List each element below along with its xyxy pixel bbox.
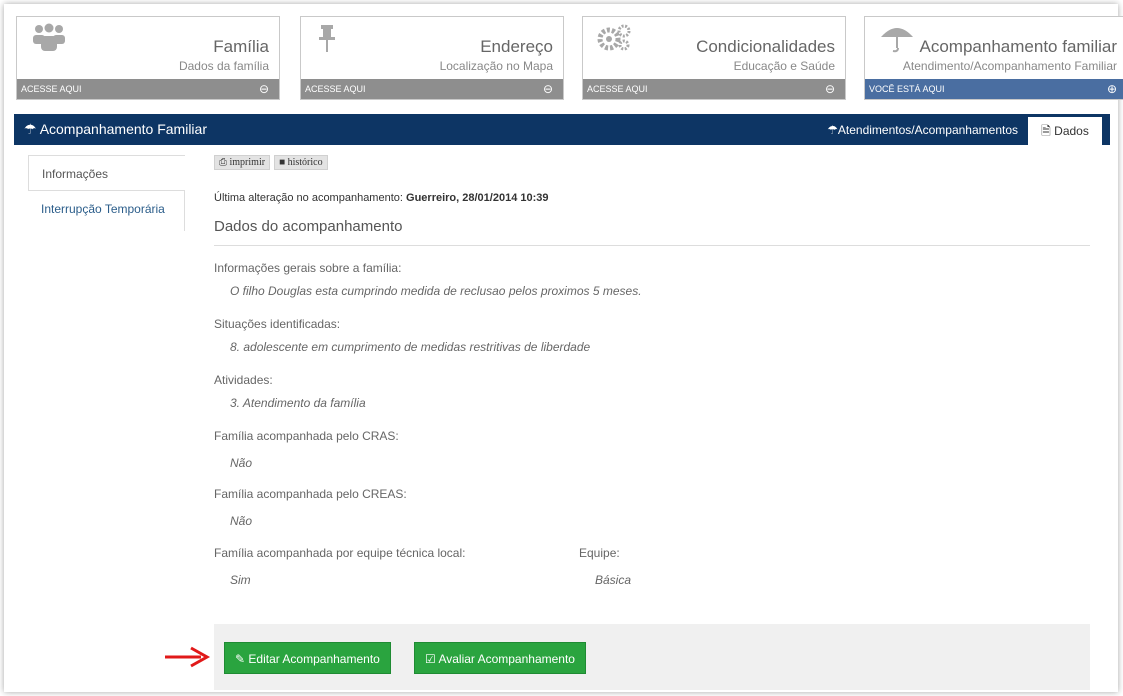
card-link-label: ACESSE AQUI (587, 84, 648, 94)
archive-icon: ■ (279, 157, 286, 168)
gears-icon (597, 24, 631, 51)
field-value: O filho Douglas esta cumprindo medida de… (230, 284, 642, 298)
card-link-label: ACESSE AQUI (305, 84, 366, 94)
side-tab-interrupcao[interactable]: Interrupção Temporária (28, 191, 185, 227)
edit-box-icon: ☑ (425, 652, 436, 666)
pencil-icon: ✎ (235, 652, 246, 666)
pin-icon (319, 25, 335, 52)
card-link-bar[interactable]: ACESSE AQUI ⊖ (583, 79, 845, 99)
card-link-label: VOCÊ ESTÁ AQUI (869, 84, 945, 94)
card-title: Condicionalidades (696, 37, 835, 56)
field-value: Não (230, 456, 253, 470)
tab-atendimentos[interactable]: ☂Atendimentos/Acompanhamentos (827, 123, 1018, 137)
card-link-bar[interactable]: ACESSE AQUI ⊖ (17, 79, 279, 99)
field-cras: Família acompanhada pelo CRAS: Não (214, 429, 399, 470)
field-creas: Família acompanhada pelo CREAS: Não (214, 487, 407, 528)
card-endereco[interactable]: Endereço Localização no Mapa ACESSE AQUI… (300, 16, 564, 100)
history-label: histórico (287, 157, 323, 168)
card-subtitle: Localização no Mapa (439, 59, 553, 73)
evaluate-button[interactable]: ☑ Avaliar Acompanhamento (414, 642, 586, 674)
field-label: Atividades: (214, 373, 273, 387)
card-subtitle: Educação e Saúde (733, 59, 835, 73)
field-label: Informações gerais sobre a família: (214, 261, 402, 275)
card-link-bar[interactable]: VOCÊ ESTÁ AQUI ⊕ (865, 79, 1123, 99)
field-equipe: Equipe: Básica (579, 546, 631, 587)
card-condicionalidades[interactable]: Condicionalidades Educação e Saúde ACESS… (582, 16, 846, 100)
red-arrow-icon (165, 646, 211, 668)
print-button[interactable]: ⎙ imprimir (214, 155, 271, 170)
arrow-circle-icon: ⊖ (542, 82, 553, 96)
field-label: Família acompanhada pelo CRAS: (214, 429, 399, 443)
field-equipe-local: Família acompanhada por equipe técnica l… (214, 546, 465, 587)
navbar: ☂ Acompanhamento Familiar ☂Atendimentos/… (14, 114, 1110, 145)
evaluate-button-label: Avaliar Acompanhamento (438, 652, 575, 666)
last-change-value: Guerreiro, 28/01/2014 10:39 (406, 192, 549, 204)
document-icon: 🗎 (1041, 124, 1051, 138)
toolbar: ⎙ imprimir ■ histórico (214, 155, 1090, 170)
field-label: Família acompanhada por equipe técnica l… (214, 546, 466, 560)
card-subtitle: Atendimento/Acompanhamento Familiar (902, 59, 1117, 73)
arrow-circle-icon: ⊖ (258, 82, 269, 96)
action-bar: ✎ Editar Acompanhamento ☑ Avaliar Acompa… (214, 624, 1090, 690)
field-label: Situações identificadas: (214, 317, 341, 331)
edit-button[interactable]: ✎ Editar Acompanhamento (224, 642, 391, 674)
card-acompanhamento[interactable]: Acompanhamento familiar Atendimento/Acom… (864, 16, 1123, 100)
history-button[interactable]: ■ histórico (274, 155, 328, 170)
umbrella-icon (881, 28, 913, 53)
card-link-label: ACESSE AQUI (21, 84, 82, 94)
last-change-label: Última alteração no acompanhamento: (214, 192, 403, 204)
umbrella-icon: ☂ (24, 121, 37, 137)
tab-label: Dados (1054, 124, 1089, 138)
card-link-bar[interactable]: ACESSE AQUI ⊖ (301, 79, 563, 99)
field-atividades: Atividades: 3. Atendimento da família (214, 373, 366, 410)
edit-button-label: Editar Acompanhamento (248, 652, 380, 666)
arrow-circle-icon: ⊕ (1106, 82, 1117, 96)
field-value: Não (230, 514, 253, 528)
people-icon (33, 23, 65, 51)
side-tabs: Informações Interrupção Temporária (28, 155, 185, 227)
main-content: ⎙ imprimir ■ histórico Última alteração … (214, 155, 1090, 246)
field-label: Equipe: (579, 546, 620, 560)
section-title: Dados do acompanhamento (214, 218, 1090, 246)
arrow-circle-icon: ⊖ (824, 82, 835, 96)
card-familia[interactable]: Família Dados da família ACESSE AQUI ⊖ (16, 16, 280, 100)
card-title: Endereço (480, 37, 553, 56)
field-info: Informações gerais sobre a família: O fi… (214, 261, 642, 298)
field-label: Família acompanhada pelo CREAS: (214, 487, 407, 501)
umbrella-icon: ☂ (827, 123, 838, 137)
side-tab-informacoes[interactable]: Informações (28, 155, 185, 191)
field-value: 8. adolescente em cumprimento de medidas… (230, 340, 591, 354)
print-icon: ⎙ (219, 157, 227, 168)
divider (184, 191, 185, 231)
field-value: 3. Atendimento da família (230, 396, 366, 410)
last-change: Última alteração no acompanhamento: Guer… (214, 192, 1090, 204)
field-situacoes: Situações identificadas: 8. adolescente … (214, 317, 590, 354)
field-value: Básica (595, 573, 632, 587)
field-value: Sim (230, 573, 251, 587)
tab-dados[interactable]: 🗎 Dados (1028, 117, 1102, 145)
navbar-brand[interactable]: ☂ Acompanhamento Familiar (24, 121, 207, 138)
navbar-brand-label: Acompanhamento Familiar (39, 121, 207, 137)
tab-label: Atendimentos/Acompanhamentos (837, 123, 1018, 137)
print-label: imprimir (229, 157, 266, 168)
card-title: Acompanhamento familiar (919, 37, 1117, 56)
card-title: Família (213, 37, 269, 56)
card-subtitle: Dados da família (178, 59, 269, 73)
